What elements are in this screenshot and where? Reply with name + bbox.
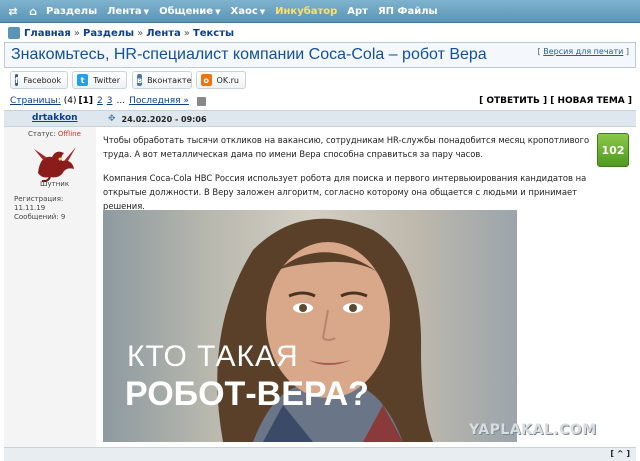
breadcrumb-teksty[interactable]: Тексты [193,28,234,39]
nav-obshchenie[interactable]: Общение ▼ [159,6,220,17]
nav-razdely[interactable]: Разделы [46,6,97,17]
breadcrumb-lenta[interactable]: Лента [146,28,181,39]
vk-icon: в [137,74,143,86]
post-footer: [ ^ ] [4,447,636,461]
print-version-link[interactable]: Версия для печати [543,47,623,56]
avatar[interactable] [30,143,78,183]
nav-art[interactable]: Арт [347,6,368,17]
new-topic-button[interactable]: [ НОВАЯ ТЕМА ] [550,96,632,106]
nav-yap-files[interactable]: ЯП Файлы [378,6,438,17]
breadcrumb-razdely[interactable]: Разделы [83,28,134,39]
share-label: Twitter [93,75,120,85]
pagination-label: Страницы: [10,96,61,106]
nav-lenta[interactable]: Лента ▼ [107,6,149,17]
page-title: Знакомьтесь, HR-специалист компании Coca… [11,46,487,63]
twitter-icon: t [77,74,89,86]
pagination-ellipsis: ... [116,96,126,106]
image-caption-line2: РОБОТ-ВЕРА? [125,375,369,413]
topic-actions: [ ОТВЕТИТЬ ] [ НОВАЯ ТЕМА ] [479,96,632,106]
chevron-down-icon: ▼ [215,7,221,16]
author-rank: Шутник [40,180,70,188]
topic-title-box: Знакомьтесь, HR-специалист компании Coca… [4,42,636,68]
rating-badge[interactable]: 102 [597,133,629,167]
home-icon[interactable] [8,27,20,39]
author-sidebar: Статус: Offline Шутник Регистрация: 11.1… [4,127,96,447]
share-facebook-button[interactable]: f Facebook [10,71,68,89]
share-vk-button[interactable]: в Вконтакте [132,71,192,89]
post-image[interactable]: КТО ТАКАЯ РОБОТ-ВЕРА? [103,210,517,442]
nav-inkubator[interactable]: Инкубатор [275,6,337,17]
author-messages: Сообщений: 9 [14,213,66,221]
post-paragraph: Чтобы обработать тысячи откликов на вака… [103,135,590,159]
ok-icon: o [201,74,212,86]
status-value: Offline [57,130,81,138]
watermark: YAPLAKAL.COM [469,422,597,438]
image-caption-line1: КТО ТАКАЯ [127,340,299,373]
chevron-down-icon: ▼ [143,7,150,16]
share-ok-button[interactable]: o OK.ru [196,71,246,89]
status-label: Статус: [28,130,56,138]
share-twitter-button[interactable]: t Twitter [72,71,127,89]
author-registered: Регистрация: 11.11.19 [14,195,64,212]
share-label: Facebook [23,75,62,85]
sync-icon[interactable]: ⇄ [6,4,20,18]
share-label: OK.ru [216,75,239,85]
nav-khaos[interactable]: Хаос ▼ [230,6,265,17]
pagination-current: [1] [78,96,94,106]
link-icon[interactable]: ✥ [108,114,116,124]
post-author[interactable]: drtakkon [32,113,78,123]
chevron-down-icon: ▼ [259,7,266,16]
pagination-page-3[interactable]: 3 [107,96,113,106]
post-paragraph: Компания Coca-Cola HBC Россия использует… [103,173,587,211]
home-icon[interactable]: ⌂ [26,4,40,18]
reply-button[interactable]: [ ОТВЕТИТЬ ] [479,96,547,106]
share-label: Вконтакте [147,75,192,85]
post-header: drtakkon ✥ 24.02.2020 - 09:06 [4,110,636,127]
post-date: ✥ 24.02.2020 - 09:06 [108,114,207,124]
author-info: Регистрация: 11.11.19 Сообщений: 9 [14,195,96,222]
pagination-count: (4) [63,96,77,106]
breadcrumb-home[interactable]: Главная [24,28,71,39]
scroll-top-button[interactable]: [ ^ ] [610,449,630,458]
breadcrumb-separator: » [73,27,80,39]
pagination: Страницы: (4) [1] 2 3 ... Последняя » [10,96,206,106]
print-version: [ Версия для печати ] [537,47,629,56]
top-nav: ⇄ ⌂ Разделы Лента ▼ Общение ▼ Хаос ▼ Инкуба… [0,0,640,23]
breadcrumb-separator: » [137,27,144,39]
pages-menu-icon[interactable] [196,96,206,106]
breadcrumb: Главная » Разделы » Лента » Тексты [8,27,234,39]
pagination-page-2[interactable]: 2 [97,96,103,106]
pagination-last[interactable]: Последняя » [129,96,189,106]
breadcrumb-separator: » [183,27,190,39]
post-date-text: 24.02.2020 - 09:06 [121,114,207,124]
author-status: Статус: Offline [28,130,81,138]
facebook-icon: f [15,74,19,86]
